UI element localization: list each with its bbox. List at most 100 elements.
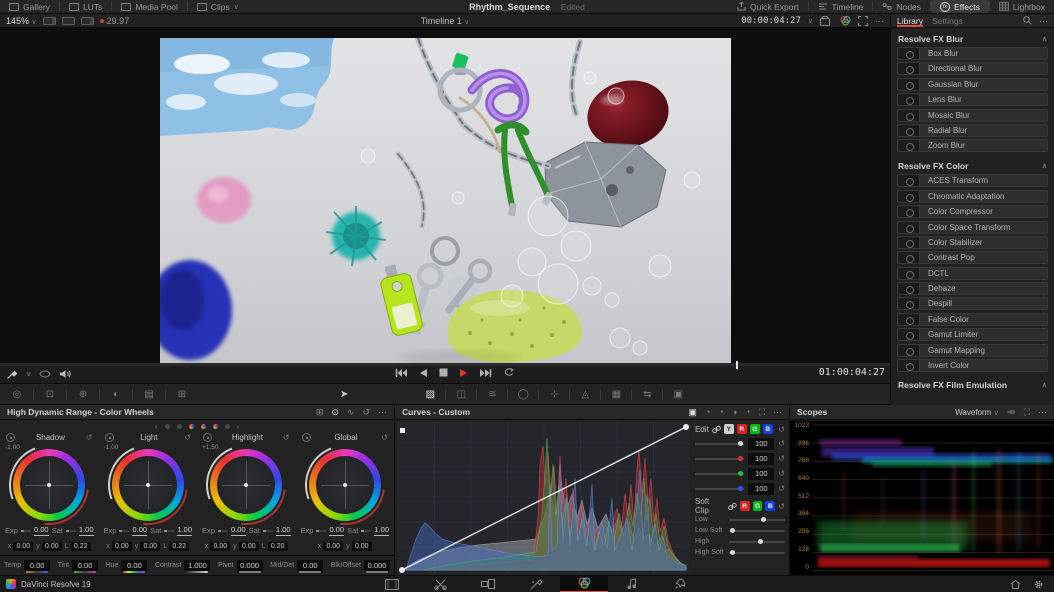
exp-value[interactable]: 0.00 [329,525,344,536]
go-to-start-button[interactable] [395,368,408,378]
reset-icon[interactable]: ↺ [778,439,785,448]
reset-icon[interactable]: ↺ [362,407,370,418]
tab-settings[interactable]: Settings [932,14,963,27]
grab-still-icon[interactable] [820,16,833,26]
reset-icon[interactable]: ↺ [86,433,93,442]
hdr-wheels-palette-icon[interactable]: ◐ [103,389,129,400]
play-reverse-button[interactable] [419,368,428,378]
viewer-zoom-select[interactable]: 145% ∨ [6,16,37,26]
options-icon[interactable]: ··· [1038,407,1047,417]
split-viewer-toggle[interactable] [62,17,75,25]
tab-library[interactable]: Library [897,14,923,27]
sat-value[interactable]: 1.00 [79,525,94,536]
effects-panel-button[interactable]: fx Effects [931,0,989,13]
viewer-area[interactable] [0,28,890,363]
exp-value[interactable]: 0.00 [34,525,49,536]
b-channel-slider[interactable] [695,488,744,490]
fx-item-contrast-pop[interactable]: Contrast Pop [897,251,1048,264]
expand-icon[interactable] [858,16,868,26]
fx-item-mosaic-blur[interactable]: Mosaic Blur [897,109,1048,122]
page-prev-icon[interactable]: ‹ [155,422,158,431]
pivot-value[interactable]: 0.000 [237,560,263,571]
quick-export-button[interactable]: Quick Export [728,0,808,13]
enhanced-viewer-toggle[interactable] [81,17,94,25]
gallery-button[interactable]: Gallery [0,0,59,13]
fx-item-chromatic-adaptation[interactable]: Chromatic Adaptation [897,190,1048,203]
fx-item-color-space-transform[interactable]: Color Space Transform [897,221,1048,234]
camera-raw-palette-icon[interactable]: ◎ [4,389,30,400]
l-value[interactable]: 0.20 [268,542,288,551]
g-channel-value[interactable]: 100 [748,468,774,480]
gamut-indicator-icon[interactable] [840,15,851,26]
reset-icon[interactable]: ↺ [778,484,785,493]
deliver-page-button[interactable] [656,576,704,592]
sat-value[interactable]: 1.00 [276,525,291,536]
y-value[interactable]: 0.00 [42,542,62,551]
scope-mode-select[interactable]: Waveform ∨ [955,408,999,417]
exp-slider[interactable] [316,530,326,532]
fairlight-page-button[interactable] [608,576,656,592]
sizing-palette-icon[interactable]: ▣ [666,389,690,400]
r-channel-value[interactable]: 100 [748,453,774,465]
fx-item-directional-blur[interactable]: Directional Blur [897,62,1048,75]
reset-icon[interactable]: ↺ [184,433,191,442]
color-page-button[interactable] [560,576,608,592]
scope-settings-icon[interactable]: ≔ [1007,407,1016,418]
reset-icon[interactable]: ↺ [283,433,290,442]
tracker-palette-icon[interactable]: ⊹ [542,389,566,400]
fx-section-film-emulation[interactable]: Resolve FX Film Emulation ∧ [891,377,1054,393]
add-window-icon[interactable]: ⊞ [316,407,324,418]
low-slider[interactable] [729,519,785,521]
single-viewer-toggle[interactable] [43,17,56,25]
options-icon[interactable]: ··· [1039,16,1048,26]
options-icon[interactable]: ··· [773,407,782,417]
x-value[interactable]: 0.00 [323,542,343,551]
x-value[interactable]: 0.00 [112,542,132,551]
fx-item-invert-color[interactable]: Invert Color [897,359,1048,372]
reset-icon[interactable]: ↺ [778,425,785,434]
graph-mode-icon[interactable]: ∿ [347,407,355,418]
zone-target-icon[interactable] [6,433,15,442]
link-channels-icon[interactable] [728,502,737,511]
histogram-toggle-icon[interactable]: ▣ [688,407,697,418]
reset-icon[interactable]: ↺ [778,469,785,478]
softclip-r-button[interactable]: R [740,501,750,511]
timeline-panel-button[interactable]: Timeline [809,0,873,13]
wireframe-icon[interactable] [39,369,51,379]
page-next-icon[interactable]: › [237,422,240,431]
sat-value[interactable]: 1.00 [177,525,192,536]
channel-g-button[interactable]: G [750,424,760,434]
fx-item-color-compressor[interactable]: Color Compressor [897,205,1048,218]
blk-offset-value[interactable]: 0.000 [364,560,390,571]
exp-slider[interactable] [218,530,228,532]
page-dot[interactable] [177,424,182,429]
fx-item-radial-blur[interactable]: Radial Blur [897,124,1048,137]
reset-icon[interactable]: ↺ [778,502,785,511]
motion-effects-palette-icon[interactable]: ⊞ [169,389,195,400]
edit-page-button[interactable] [464,576,512,592]
playhead[interactable] [736,361,738,369]
temp-value[interactable]: 0.00 [24,560,50,571]
reset-icon[interactable]: ↺ [381,433,388,442]
page-dot-active[interactable] [189,424,194,429]
mid-det-value[interactable]: 0.00 [297,560,323,571]
exp-slider[interactable] [21,530,31,532]
blur-palette-icon[interactable]: ▦ [604,389,628,400]
zone-target-icon[interactable] [302,433,311,442]
loop-button[interactable] [503,367,515,378]
curve-preset-icon[interactable]: ◔ [745,407,750,417]
b-channel-value[interactable]: 100 [748,483,774,495]
options-icon[interactable]: ··· [378,407,387,417]
color-wheels-palette-icon[interactable]: ⊕ [70,389,96,400]
r-channel-slider[interactable] [695,458,744,460]
timeline-selector[interactable]: Timeline 1 ∨ [360,16,530,26]
sat-slider[interactable] [164,530,174,532]
y-channel-value[interactable]: 100 [748,438,774,450]
page-dot-active[interactable] [201,424,206,429]
high-slider[interactable] [729,541,785,543]
eyedropper-icon[interactable] [6,368,18,380]
magic-mask-palette-icon[interactable]: ◬ [573,389,597,400]
x-value[interactable]: 0.00 [13,542,33,551]
clips-button[interactable]: Clips ∨ [188,0,248,13]
fx-section-color[interactable]: Resolve FX Color ∧ [891,158,1054,174]
